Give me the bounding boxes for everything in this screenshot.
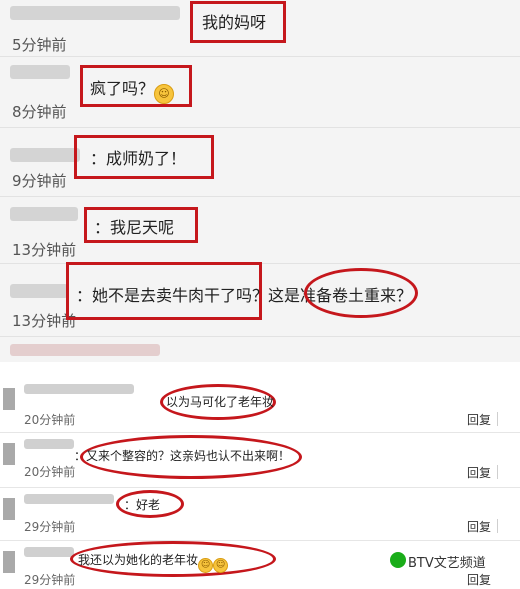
- comment-text: 疯了吗？ ☺: [90, 75, 175, 104]
- reply-link[interactable]: 回复: [467, 518, 491, 535]
- comment-time: 20分钟前: [24, 413, 76, 427]
- laugh-cry-emoji-icon: ☺: [198, 558, 214, 573]
- comment-item: 29分钟前 ：好老 回复: [0, 488, 520, 541]
- avatar: [3, 498, 15, 520]
- watermark: BTV文艺频道: [408, 556, 486, 571]
- comment-time: 8分钟前: [12, 103, 67, 121]
- comment-text: 我的妈呀: [202, 13, 267, 32]
- laugh-cry-emoji-icon: ☺: [213, 558, 229, 573]
- comment-text: 以为马可化了老年妆: [166, 395, 275, 409]
- blurred-username: [24, 384, 134, 394]
- highlight-oval: [304, 268, 418, 318]
- blurred-username: [24, 494, 114, 504]
- comment-item: 13分钟前 ：我尼天呢: [0, 197, 520, 264]
- comment-time: 9分钟前: [12, 172, 67, 190]
- comment-item: 5分钟前 我的妈呀: [0, 0, 520, 57]
- blurred-username: [10, 148, 80, 162]
- comment-item: 8分钟前 疯了吗？ ☺: [0, 57, 520, 128]
- cut-off-comment: [10, 344, 160, 356]
- top-comment-screenshot: 5分钟前 我的妈呀 8分钟前 疯了吗？ ☺ 9分钟前 ：成师奶了！ 13分钟前 ：…: [0, 0, 520, 362]
- comment-time: 29分钟前: [24, 520, 76, 534]
- blurred-username: [10, 207, 78, 221]
- reply-link[interactable]: 回复: [467, 464, 491, 481]
- comment-time: 20分钟前: [24, 465, 76, 479]
- separator: [497, 465, 498, 479]
- panel-divider: [0, 362, 520, 378]
- avatar: [3, 443, 15, 465]
- wechat-icon: [390, 552, 406, 568]
- blurred-username: [24, 439, 74, 449]
- shrug-emoji-icon: ☺: [154, 84, 175, 104]
- comment-text: ：我尼天呢: [94, 218, 175, 237]
- comment-item: 13分钟前 ：她不是去卖牛肉干了吗？这是准备卷土重来？: [0, 262, 520, 337]
- comment-time: 5分钟前: [12, 36, 67, 54]
- avatar: [3, 388, 15, 410]
- comment-text: ：成师奶了！: [90, 149, 187, 168]
- reply-link[interactable]: 回复: [467, 411, 491, 428]
- comment-text: 我还以为她化的老年妆 ☺ ☺: [78, 551, 229, 573]
- blurred-username: [10, 65, 70, 79]
- comment-item: 9分钟前 ：成师奶了！: [0, 128, 520, 197]
- separator: [497, 412, 498, 426]
- comment-time: 13分钟前: [12, 241, 77, 259]
- comment-item: 20分钟前 以为马可化了老年妆 回复: [0, 378, 520, 433]
- comment-time: 29分钟前: [24, 573, 76, 587]
- reply-link[interactable]: 回复: [467, 571, 491, 588]
- separator: [497, 519, 498, 533]
- comment-item: 20分钟前 ：又来个整容的？这亲妈也认不出来啊！ 回复: [0, 433, 520, 488]
- blurred-username: [10, 284, 68, 298]
- avatar: [3, 551, 15, 573]
- comment-text: ：好老: [124, 498, 161, 512]
- blurred-username: [24, 547, 74, 557]
- blurred-username: [10, 6, 180, 20]
- comment-text: ：又来个整容的？这亲妈也认不出来啊！: [74, 449, 291, 463]
